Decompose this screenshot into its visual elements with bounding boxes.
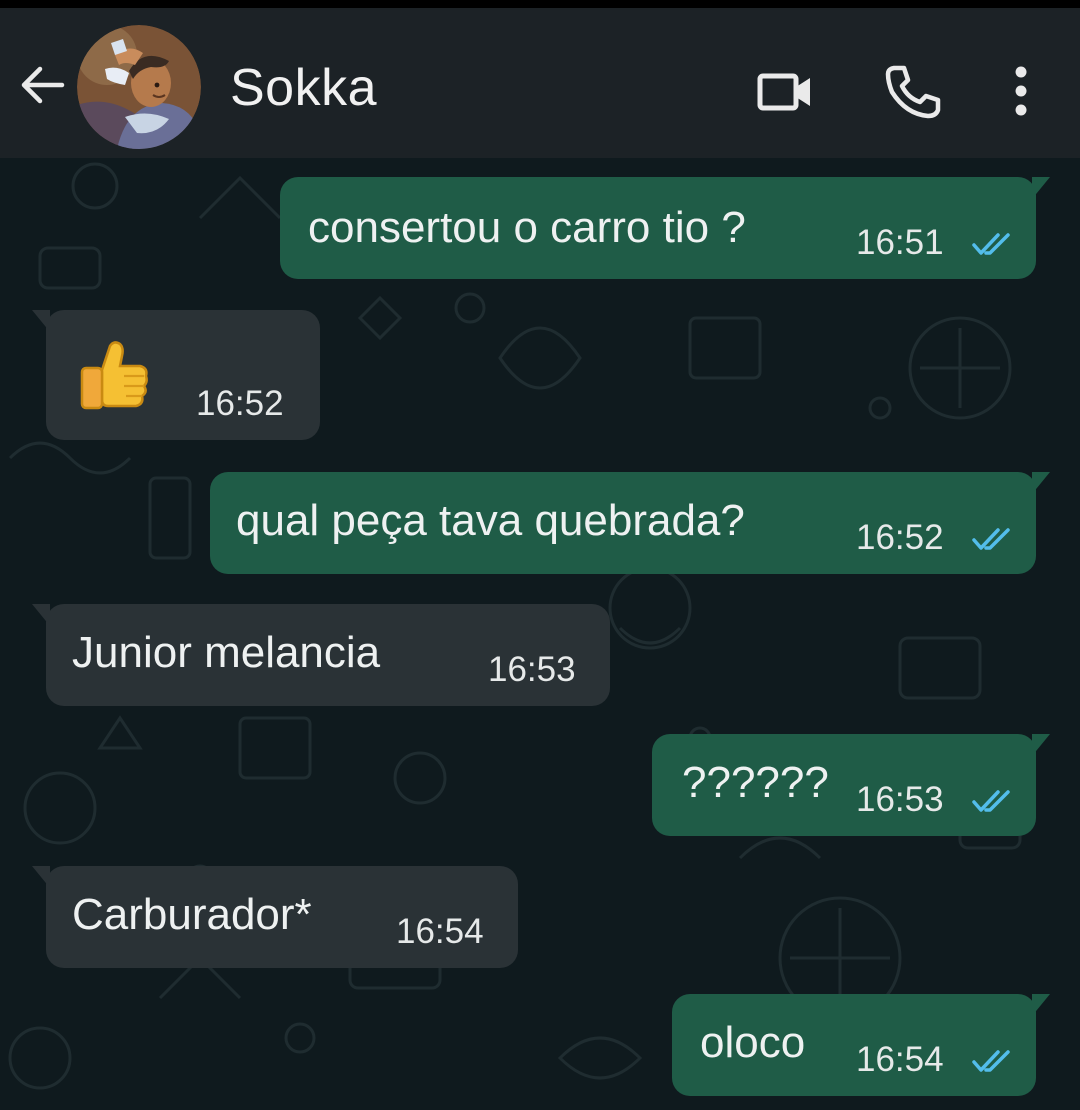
bubble-tail — [1032, 472, 1050, 494]
message-bubble-outgoing[interactable]: oloco 16:54 — [672, 994, 1050, 1096]
bubble-tail — [32, 866, 50, 888]
video-camera-icon[interactable] — [752, 60, 816, 124]
chat-area[interactable]: consertou o carro tio ? 16:51 16:52 qual… — [0, 158, 1080, 1110]
message-bubble-incoming[interactable]: 16:52 — [32, 310, 320, 440]
bubble-tail — [32, 310, 50, 332]
message-time: 16:52 — [856, 518, 944, 557]
message-bubble-incoming[interactable]: Junior melancia 16:53 — [32, 604, 610, 706]
chat-screen: Sokka consertou o carro tio ? 16:51 16:5… — [0, 0, 1080, 1110]
message-text: ?????? — [682, 758, 829, 807]
message-bubble-outgoing[interactable]: consertou o carro tio ? 16:51 — [280, 177, 1050, 279]
message-time: 16:53 — [856, 780, 944, 819]
bubble-tail — [1032, 994, 1050, 1016]
arrow-left-icon[interactable] — [18, 60, 68, 110]
message-text: qual peça tava quebrada? — [236, 496, 745, 545]
message-time: 16:53 — [488, 650, 576, 689]
bubble-tail — [32, 604, 50, 626]
read-ticks-icon — [972, 233, 1010, 255]
message-text: Carburador* — [72, 890, 312, 939]
message-text: consertou o carro tio ? — [308, 203, 746, 252]
contact-name[interactable]: Sokka — [230, 58, 377, 118]
message-bubble-outgoing[interactable]: ?????? 16:53 — [652, 734, 1050, 836]
avatar[interactable] — [77, 25, 201, 149]
message-bubble-outgoing[interactable]: qual peça tava quebrada? 16:52 — [210, 472, 1050, 574]
message-bubble-incoming[interactable]: Carburador* 16:54 — [32, 866, 518, 968]
message-time: 16:52 — [196, 384, 284, 423]
read-ticks-icon — [972, 1050, 1010, 1072]
phone-icon[interactable] — [880, 60, 944, 124]
message-time: 16:54 — [396, 912, 484, 951]
chat-header: Sokka — [0, 0, 1080, 158]
thumbs-up-icon — [80, 341, 148, 410]
message-time: 16:51 — [856, 223, 944, 262]
read-ticks-icon — [972, 790, 1010, 812]
message-text: Junior melancia — [72, 628, 381, 677]
message-time: 16:54 — [856, 1040, 944, 1079]
message-text: oloco — [700, 1018, 806, 1067]
bubble-tail — [1032, 177, 1050, 199]
read-ticks-icon — [972, 528, 1010, 550]
bubble-tail — [1032, 734, 1050, 756]
more-vertical-icon[interactable] — [996, 60, 1046, 124]
